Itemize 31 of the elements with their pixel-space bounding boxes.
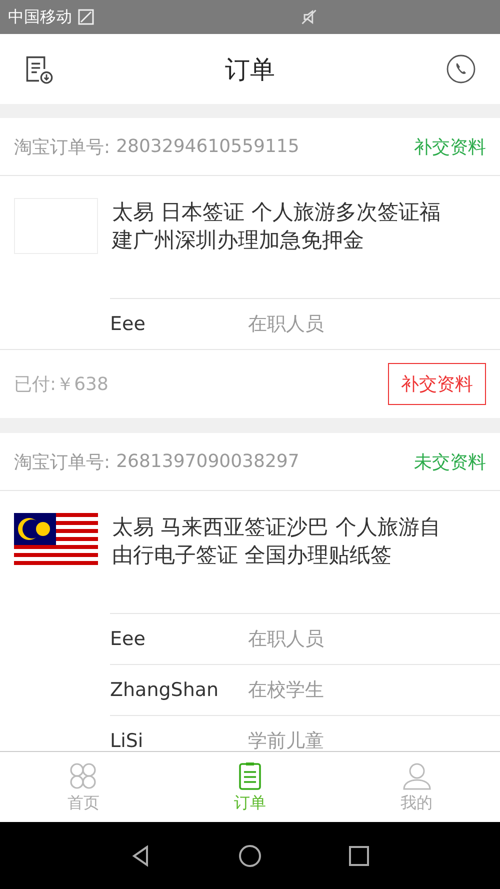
carrier-name: 中国移动 (8, 6, 72, 28)
traveler-type: 在职人员 (248, 312, 324, 337)
clover-icon (68, 760, 98, 790)
mute-icon (300, 8, 318, 26)
traveler-name: Eee (110, 313, 146, 335)
page-title: 订单 (225, 54, 275, 86)
product-title[interactable]: 太易 日本签证 个人旅游多次签证福建广州深圳办理加急免押金 (112, 198, 457, 254)
traveler-type: 学前儿童 (248, 729, 324, 751)
home-icon[interactable] (238, 844, 262, 868)
traveler-name: ZhangShan (110, 679, 220, 701)
order-number: 2681397090038297 (116, 451, 300, 472)
tab[interactable]: 我的 (333, 752, 500, 822)
traveler-type: 在校学生 (248, 678, 324, 703)
product-title[interactable]: 太易 马来西亚签证沙巴 个人旅游自由行电子签证 全国办理贴纸签 (112, 513, 457, 569)
tab[interactable]: 首页 (0, 752, 167, 822)
image-icon (78, 9, 94, 25)
user-icon (402, 760, 432, 790)
traveler-name: Eee (110, 628, 146, 650)
traveler-name: LiSi (110, 730, 144, 751)
order-status: 未交资料 (414, 450, 486, 474)
order-number: 2803294610559115 (116, 136, 300, 157)
document-download-icon[interactable] (24, 54, 54, 84)
submit-documents-button[interactable]: 补交资料 (388, 363, 486, 405)
paid-amount: 已付:￥638 (14, 373, 108, 396)
order-number-label: 淘宝订单号: (14, 136, 110, 158)
traveler-type: 在职人员 (248, 627, 324, 652)
order-status: 补交资料 (414, 136, 486, 158)
order-number-label: 淘宝订单号: (14, 450, 110, 474)
recent-apps-icon[interactable] (347, 844, 371, 868)
tab[interactable]: 订单 (166, 752, 334, 822)
phone-icon[interactable] (446, 54, 476, 84)
